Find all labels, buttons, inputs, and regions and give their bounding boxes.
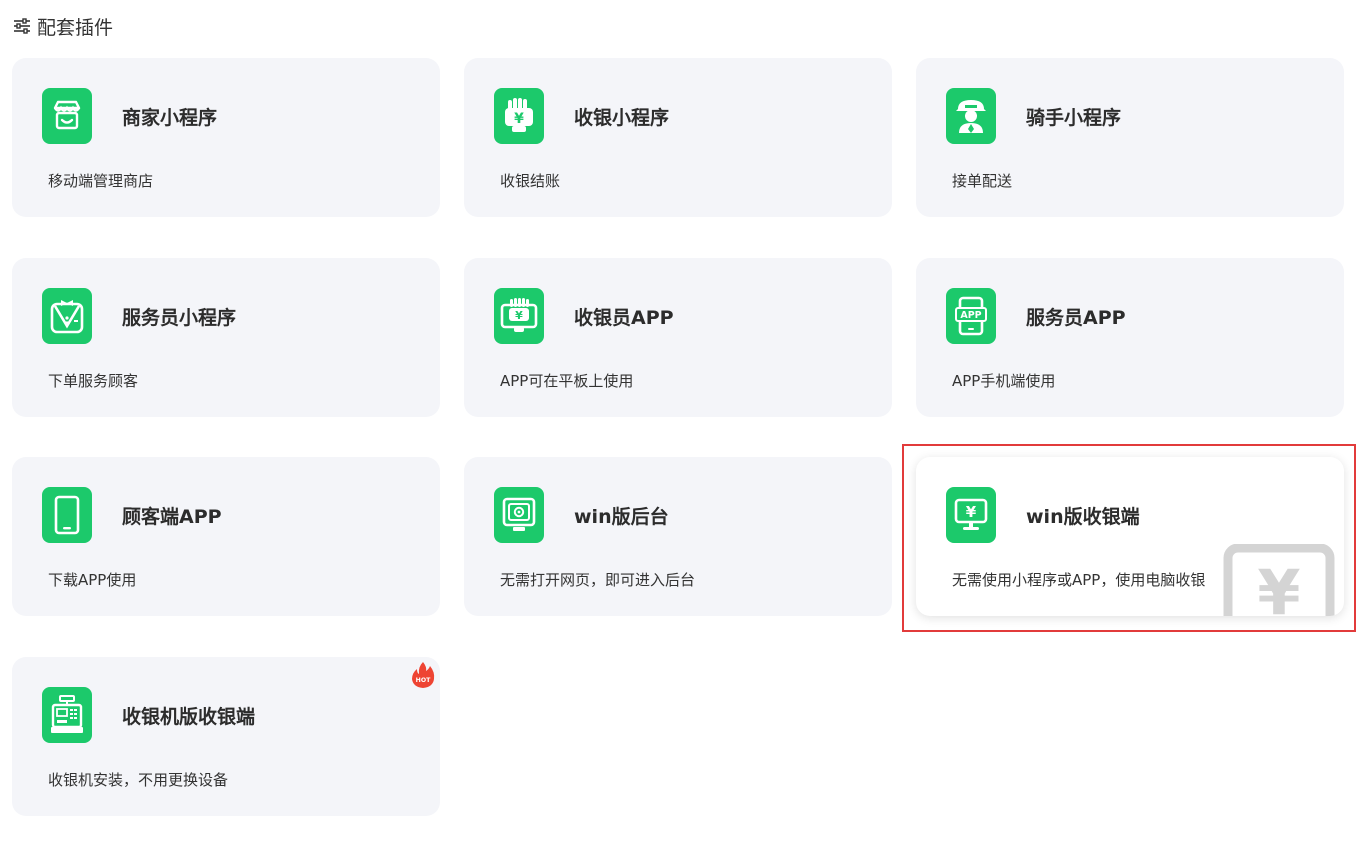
yen-watermark-icon: ¥ bbox=[1220, 543, 1338, 616]
card-desc: APP手机端使用 bbox=[952, 372, 1056, 390]
card-name: 服务员小程序 bbox=[122, 307, 237, 329]
gear-monitor-icon bbox=[494, 487, 544, 543]
hot-flame-icon: HOT bbox=[410, 661, 436, 689]
plugin-card-customer-app[interactable]: 顾客端APP 下载APP使用 bbox=[12, 457, 440, 616]
card-name: win版收银端 bbox=[1026, 506, 1140, 528]
cashier-hand-icon: ¥ bbox=[494, 88, 544, 144]
plugin-card-win-backend[interactable]: win版后台 无需打开网页，即可进入后台 bbox=[464, 457, 892, 616]
rider-icon bbox=[946, 88, 996, 144]
svg-text:¥: ¥ bbox=[1257, 556, 1300, 616]
plugin-card-waiter-miniprogram[interactable]: 服务员小程序 下单服务顾客 bbox=[12, 258, 440, 417]
phone-app-icon: APP bbox=[946, 288, 996, 344]
card-name: 收银小程序 bbox=[574, 107, 670, 129]
plugin-card-cashier-app[interactable]: ¥ 收银员APP APP可在平板上使用 bbox=[464, 258, 892, 417]
hot-badge-text: HOT bbox=[416, 677, 431, 684]
card-desc: 收银机安装，不用更换设备 bbox=[48, 771, 229, 789]
card-name: 服务员APP bbox=[1026, 307, 1126, 329]
section-title: 配套插件 bbox=[37, 16, 114, 39]
waiter-icon bbox=[42, 288, 92, 344]
plugin-card-register-cashier[interactable]: 收银机版收银端 收银机安装，不用更换设备 HOT bbox=[12, 657, 440, 816]
plugin-card-waiter-app[interactable]: APP 服务员APP APP手机端使用 bbox=[916, 258, 1344, 417]
card-name: 顾客端APP bbox=[122, 506, 222, 528]
card-desc: 移动端管理商店 bbox=[48, 172, 154, 190]
card-name: win版后台 bbox=[574, 506, 669, 528]
svg-text:¥: ¥ bbox=[514, 111, 524, 127]
shop-icon bbox=[42, 88, 92, 144]
plugin-card-rider-miniprogram[interactable]: 骑手小程序 接单配送 bbox=[916, 58, 1344, 217]
card-name: 骑手小程序 bbox=[1026, 107, 1122, 129]
plugin-card-merchant-miniprogram[interactable]: 商家小程序 移动端管理商店 bbox=[12, 58, 440, 217]
svg-text:¥: ¥ bbox=[515, 309, 523, 322]
plugin-card-cashier-miniprogram[interactable]: ¥ 收银小程序 收银结账 bbox=[464, 58, 892, 217]
sliders-icon bbox=[13, 18, 31, 34]
plugin-card-win-cashier[interactable]: ¥ win版收银端 无需使用小程序或APP，使用电脑收银 ¥ bbox=[916, 457, 1344, 616]
phone-app-icon-text: APP bbox=[960, 310, 981, 321]
phone-icon bbox=[42, 487, 92, 543]
card-name: 收银员APP bbox=[574, 307, 674, 329]
card-desc: 收银结账 bbox=[500, 172, 561, 190]
card-desc: 无需使用小程序或APP，使用电脑收银 bbox=[952, 571, 1206, 589]
card-desc: 下载APP使用 bbox=[48, 571, 137, 589]
yen-monitor-icon: ¥ bbox=[946, 487, 996, 543]
card-desc: 无需打开网页，即可进入后台 bbox=[500, 571, 696, 589]
card-desc: APP可在平板上使用 bbox=[500, 372, 634, 390]
section-header: 配套插件 bbox=[13, 12, 113, 40]
card-desc: 接单配送 bbox=[952, 172, 1013, 190]
cashier-tablet-icon: ¥ bbox=[494, 288, 544, 344]
card-name: 商家小程序 bbox=[122, 107, 218, 129]
card-name: 收银机版收银端 bbox=[122, 706, 256, 728]
card-desc: 下单服务顾客 bbox=[48, 372, 139, 390]
svg-text:¥: ¥ bbox=[966, 503, 977, 521]
cash-register-icon bbox=[42, 687, 92, 743]
